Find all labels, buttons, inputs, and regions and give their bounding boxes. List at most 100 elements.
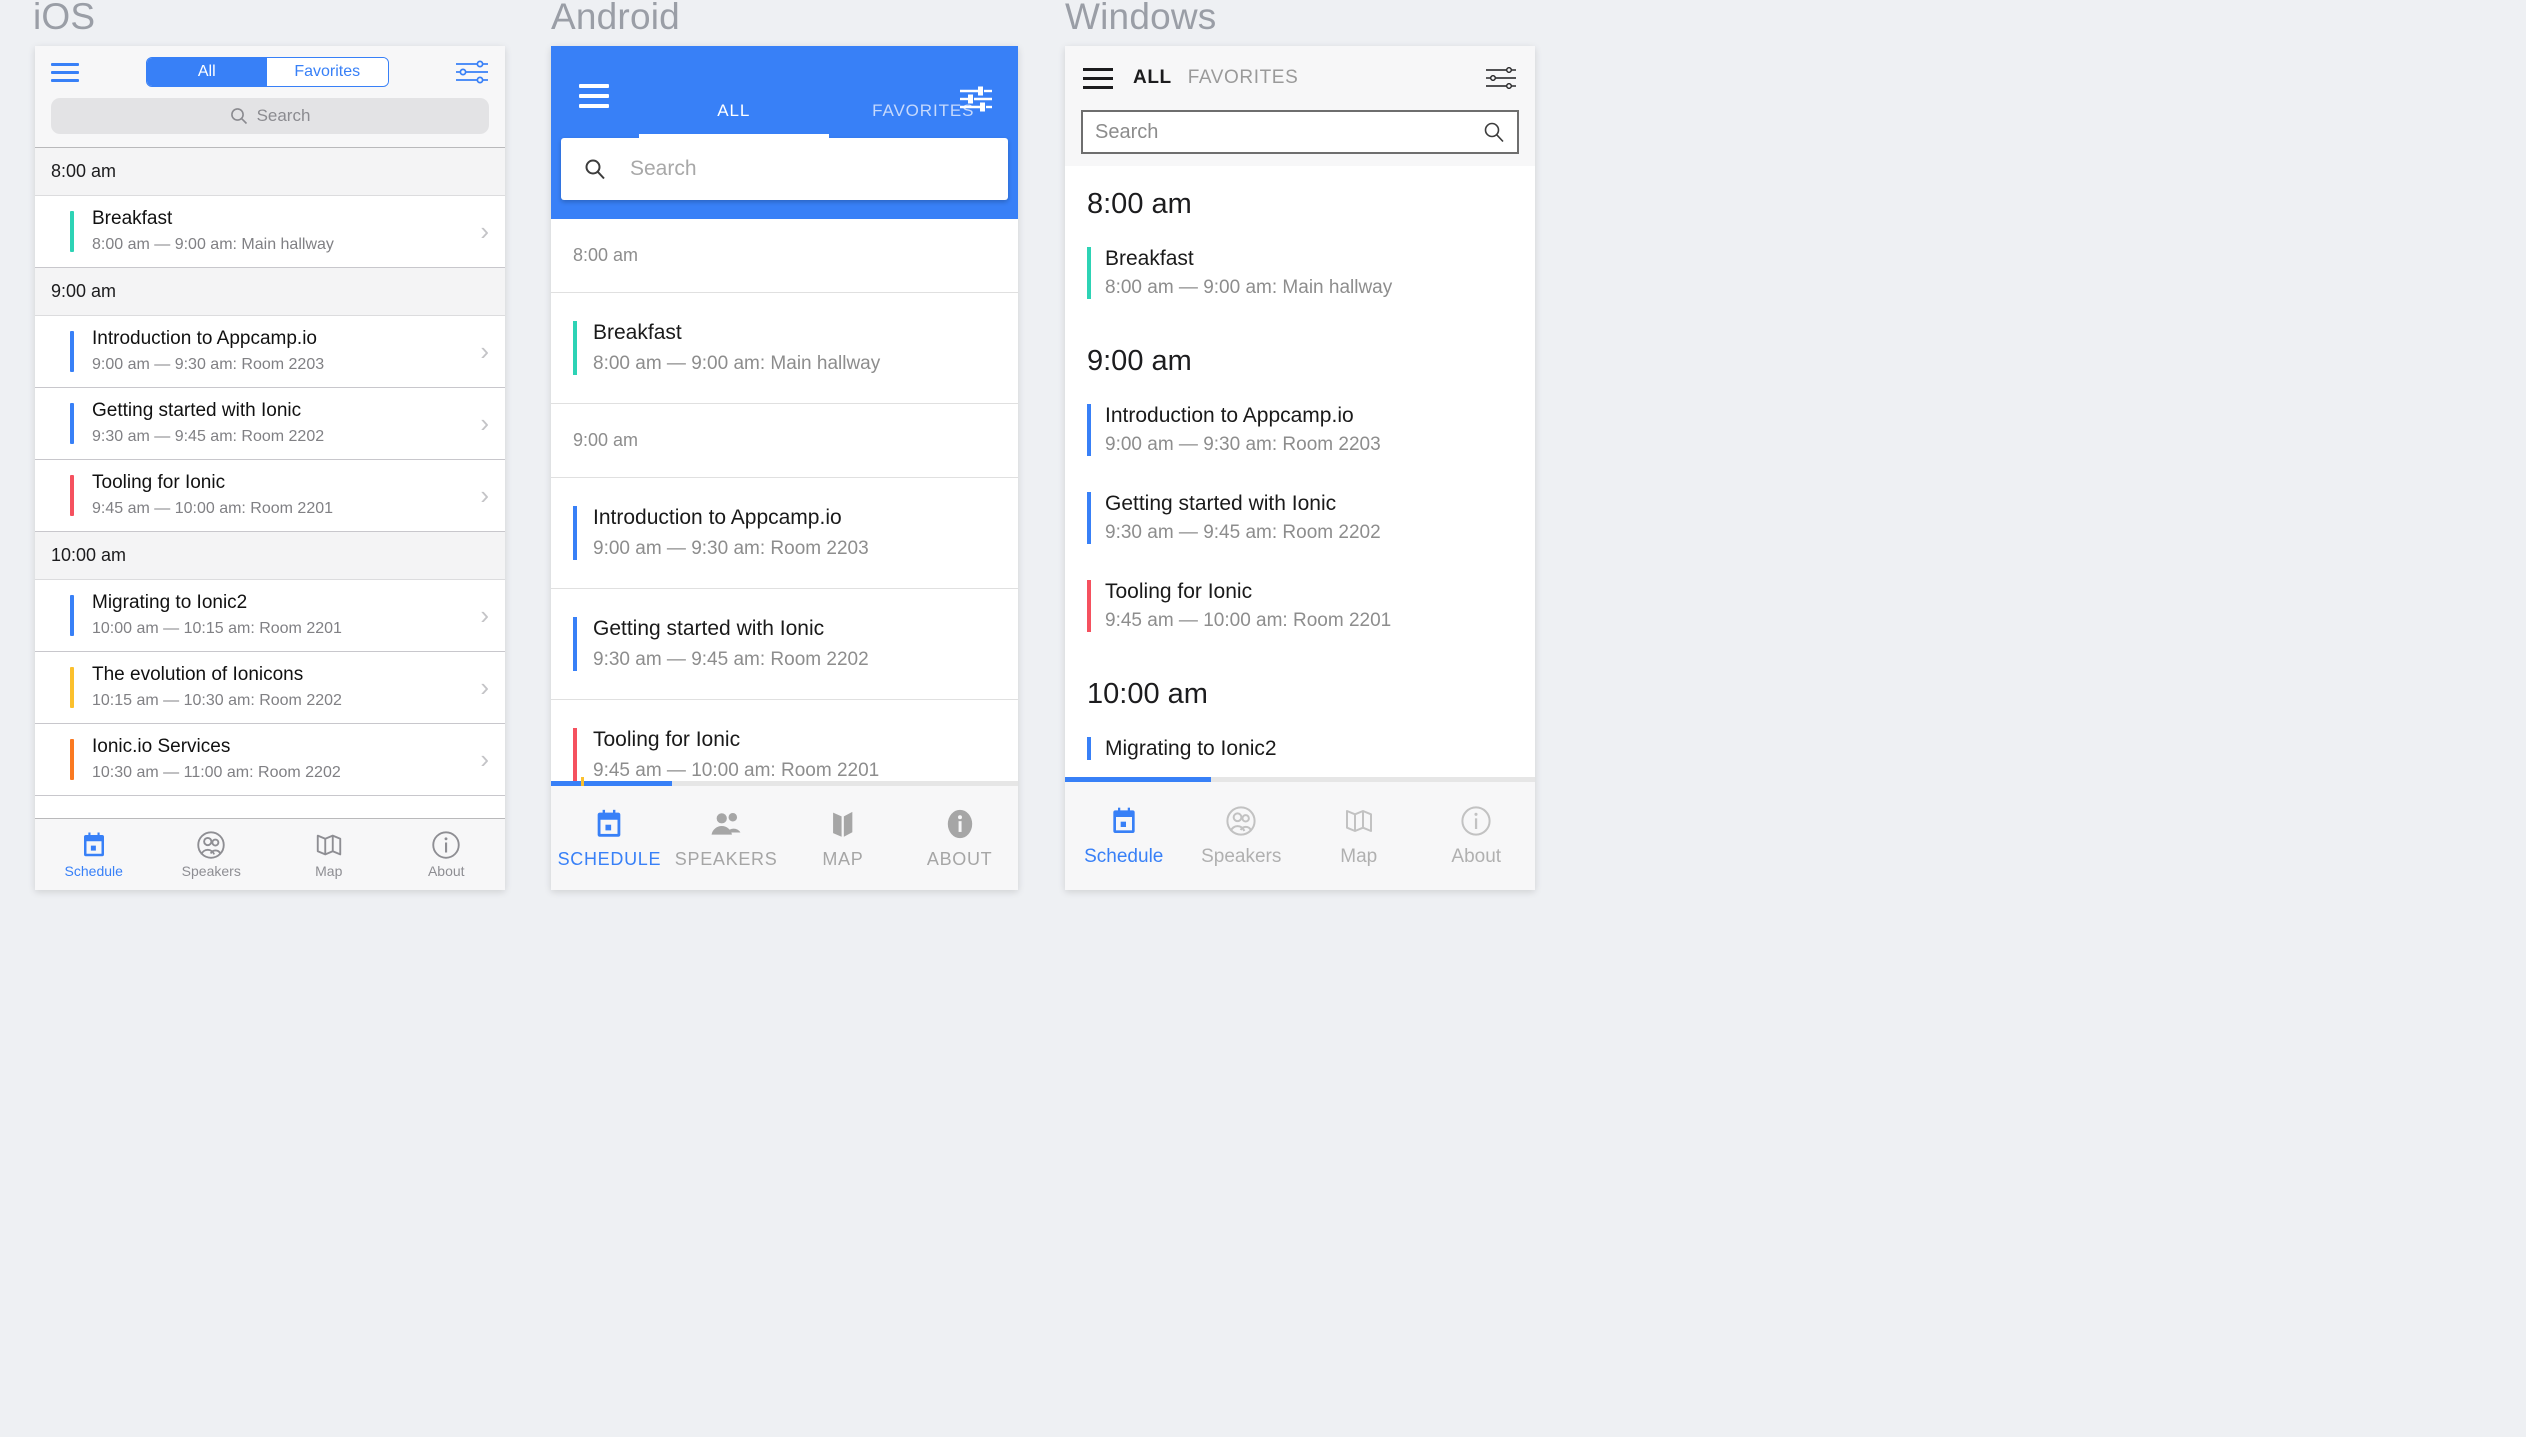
calendar-icon — [1108, 805, 1140, 837]
people-icon — [196, 830, 226, 860]
tab-all[interactable]: ALL — [1133, 67, 1172, 89]
list-item[interactable]: Tooling for Ionic 9:45 am — 10:00 am: Ro… — [1065, 568, 1535, 656]
list-item-text: Getting started with Ionic 9:30 am — 9:4… — [92, 399, 472, 447]
tab-schedule[interactable]: Schedule — [1065, 782, 1183, 890]
calendar-icon — [1108, 805, 1140, 837]
chevron-right-icon: › — [472, 408, 489, 439]
tab-label: Schedule — [65, 863, 123, 879]
tab-label: Schedule — [1084, 846, 1163, 868]
list-item[interactable]: Breakfast 8:00 am — 9:00 am: Main hallwa… — [35, 196, 505, 268]
list-item-text: Breakfast 8:00 am — 9:00 am: Main hallwa… — [1105, 245, 1392, 301]
list-item[interactable]: Ionic.io Services 10:30 am — 11:00 am: R… — [35, 724, 505, 796]
session-title: Tooling for Ionic — [92, 471, 472, 496]
session-color-bar — [70, 475, 74, 516]
tab-map[interactable]: Map — [1300, 782, 1418, 890]
search-icon — [584, 158, 606, 180]
session-color-bar — [70, 739, 74, 780]
list-item[interactable]: Introduction to Appcamp.io 9:00 am — 9:3… — [35, 316, 505, 388]
tab-speakers[interactable]: Speakers — [1183, 782, 1301, 890]
list-item[interactable]: Migrating to Ionic2 — [1065, 725, 1535, 777]
filter-sliders-icon[interactable] — [1485, 66, 1517, 90]
windows-tab-bar[interactable]: Schedule Speakers Map About — [1065, 782, 1535, 890]
session-title: Breakfast — [92, 207, 472, 232]
list-item-text: Tooling for Ionic 9:45 am — 10:00 am: Ro… — [92, 471, 472, 519]
device-frame-android: ALL FAVORITES — [551, 46, 1018, 890]
session-color-bar — [70, 595, 74, 636]
windows-schedule-list[interactable]: 8:00 am Breakfast 8:00 am — 9:00 am: Mai… — [1065, 166, 1535, 777]
tab-speakers[interactable]: Speakers — [153, 819, 271, 890]
session-title: Ionic.io Services — [92, 735, 472, 760]
search-placeholder: Search — [630, 157, 697, 181]
session-color-bar — [573, 506, 577, 560]
session-color-bar — [573, 617, 577, 671]
hamburger-menu-icon[interactable] — [51, 63, 79, 82]
ios-schedule-list[interactable]: 8:00 am Breakfast 8:00 am — 9:00 am: Mai… — [35, 148, 505, 818]
map-icon — [314, 830, 344, 860]
android-schedule-list[interactable]: 8:00 am Breakfast 8:00 am — 9:00 am: Mai… — [551, 219, 1018, 781]
tab-schedule[interactable]: Schedule — [35, 819, 153, 890]
list-item[interactable]: Migrating to Ionic2 10:00 am — 10:15 am:… — [35, 580, 505, 652]
list-item[interactable]: Tooling for Ionic 9:45 am — 10:00 am: Ro… — [551, 700, 1018, 781]
hamburger-menu-icon[interactable] — [1083, 68, 1113, 89]
tab-all[interactable]: ALL — [639, 101, 829, 138]
list-item-text: Tooling for Ionic 9:45 am — 10:00 am: Ro… — [593, 726, 879, 781]
list-item[interactable]: Breakfast 8:00 am — 9:00 am: Main hallwa… — [1065, 235, 1535, 323]
session-color-bar — [70, 667, 74, 708]
calendar-icon — [79, 830, 109, 860]
session-color-bar — [573, 728, 577, 781]
list-item[interactable]: Getting started with Ionic 9:30 am — 9:4… — [35, 388, 505, 460]
platform-title-ios: iOS — [33, 0, 95, 38]
time-divider: 9:00 am — [35, 268, 505, 316]
session-title: Introduction to Appcamp.io — [593, 504, 869, 532]
session-title: Tooling for Ionic — [1105, 578, 1391, 605]
segment-favorites[interactable]: Favorites — [267, 58, 388, 86]
tab-label: MAP — [822, 849, 863, 870]
hamburger-menu-icon[interactable] — [579, 84, 609, 108]
android-tabs[interactable]: ALL FAVORITES — [551, 101, 1018, 138]
android-search-wrap: Search — [551, 138, 1018, 219]
android-header: ALL FAVORITES — [551, 46, 1018, 219]
list-item[interactable]: Getting started with Ionic 9:30 am — 9:4… — [551, 589, 1018, 700]
tab-label: About — [428, 863, 465, 879]
tab-favorites[interactable]: FAVORITES — [1188, 67, 1299, 89]
session-subtitle: 9:30 am — 9:45 am: Room 2202 — [1105, 521, 1381, 546]
tab-speakers[interactable]: SPEAKERS — [668, 786, 785, 890]
filter-sliders-icon[interactable] — [958, 84, 994, 114]
session-subtitle: 9:45 am — 10:00 am: Room 2201 — [1105, 609, 1391, 634]
windows-progress-bar — [1065, 777, 1535, 782]
list-item[interactable]: Breakfast 8:00 am — 9:00 am: Main hallwa… — [551, 293, 1018, 404]
ios-tab-bar[interactable]: Schedule Speakers Map About — [35, 818, 505, 890]
progress-marker — [581, 777, 584, 786]
search-icon[interactable] — [1483, 121, 1505, 143]
session-color-bar — [1087, 737, 1091, 760]
search-input[interactable]: Search — [51, 98, 489, 134]
list-item[interactable]: The evolution of Ionicons 10:15 am — 10:… — [35, 652, 505, 724]
session-subtitle: 9:30 am — 9:45 am: Room 2202 — [92, 427, 472, 448]
session-title: Breakfast — [1105, 245, 1392, 272]
tab-label: Speakers — [182, 863, 241, 879]
list-item[interactable]: Introduction to Appcamp.io 9:00 am — 9:3… — [1065, 392, 1535, 480]
tab-about[interactable]: About — [1418, 782, 1536, 890]
ios-search-wrap: Search — [35, 98, 505, 147]
session-color-bar — [70, 403, 74, 444]
tab-about[interactable]: ABOUT — [901, 786, 1018, 890]
search-input[interactable]: Search — [1081, 110, 1519, 154]
windows-tabs[interactable]: ALL FAVORITES — [1133, 67, 1298, 89]
people-icon — [196, 830, 226, 860]
time-divider: 8:00 am — [551, 219, 1018, 293]
segment-all[interactable]: All — [147, 58, 268, 86]
search-input[interactable]: Search — [561, 138, 1008, 200]
list-item[interactable]: Tooling for Ionic 9:45 am — 10:00 am: Ro… — [35, 460, 505, 532]
android-tab-bar[interactable]: SCHEDULE SPEAKERS MAP ABOUT — [551, 786, 1018, 890]
ios-segment-control[interactable]: All Favorites — [146, 57, 389, 87]
tab-map[interactable]: Map — [270, 819, 388, 890]
filter-sliders-icon[interactable] — [455, 59, 489, 85]
list-item[interactable]: Getting started with Ionic 9:30 am — 9:4… — [1065, 480, 1535, 568]
session-subtitle: 9:45 am — 10:00 am: Room 2201 — [593, 758, 879, 781]
session-title: Introduction to Appcamp.io — [92, 327, 472, 352]
list-item[interactable]: Introduction to Appcamp.io 9:00 am — 9:3… — [551, 478, 1018, 589]
map-icon — [826, 807, 860, 841]
tab-about[interactable]: About — [388, 819, 506, 890]
tab-schedule[interactable]: SCHEDULE — [551, 786, 668, 890]
tab-map[interactable]: MAP — [785, 786, 902, 890]
